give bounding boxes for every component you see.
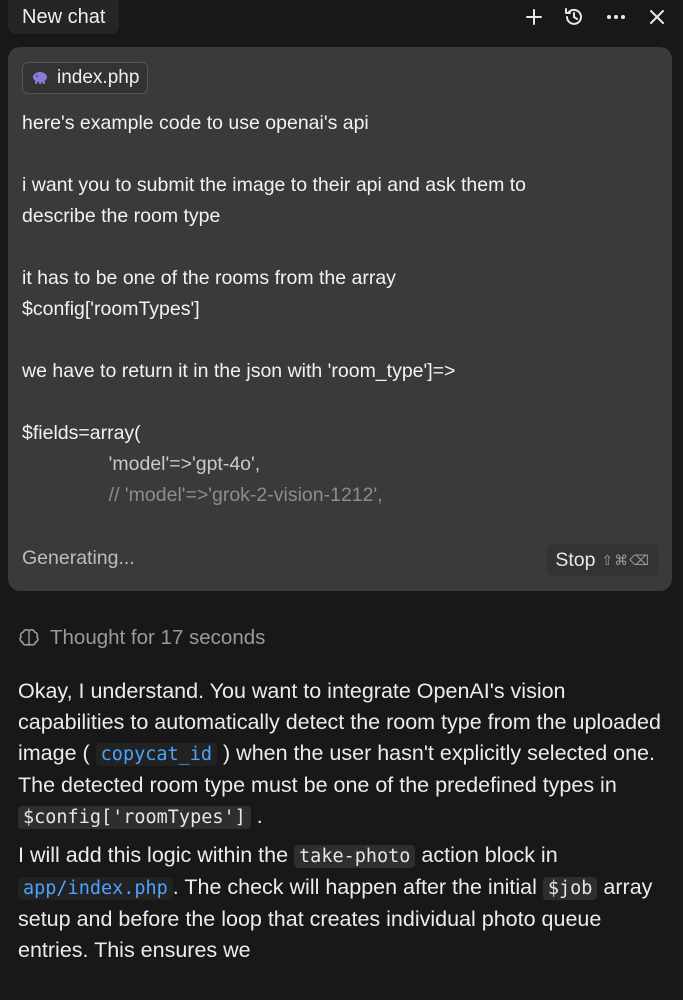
assistant-response: Okay, I understand. You want to integrat… xyxy=(18,676,668,966)
prompt-line: we have to return it in the json with 'r… xyxy=(22,360,456,382)
prompt-line xyxy=(22,387,652,418)
thought-label: Thought for 17 seconds xyxy=(50,626,266,649)
inline-code: $config['roomTypes'] xyxy=(18,806,251,829)
prompt-line: i want you to submit the image to their … xyxy=(22,174,527,196)
prompt-line: it has to be one of the rooms from the a… xyxy=(22,267,396,289)
chat-header: New chat xyxy=(0,0,683,36)
php-elephant-icon xyxy=(31,71,49,85)
prompt-line xyxy=(22,139,652,170)
inline-code: $job xyxy=(542,877,598,900)
plus-icon[interactable] xyxy=(520,4,548,30)
response-paragraph: Okay, I understand. You want to integrat… xyxy=(18,676,668,833)
attachment-pill[interactable]: index.php xyxy=(22,62,149,94)
response-paragraph: I will add this logic within the take-ph… xyxy=(18,840,668,966)
attachment-filename: index.php xyxy=(57,67,140,88)
stop-shortcut: ⇧⌘⌫ xyxy=(601,551,650,568)
more-icon[interactable] xyxy=(602,4,630,30)
inline-code-link[interactable]: app/index.php xyxy=(18,877,173,900)
response-text: I will add this logic within the xyxy=(18,843,295,867)
response-text: . xyxy=(250,804,263,828)
inline-code-link[interactable]: copycat_id xyxy=(95,743,218,766)
inline-code: take-photo xyxy=(294,845,416,868)
prompt-line: here's example code to use openai's api xyxy=(22,112,369,134)
user-prompt-card: index.php here's example code to use ope… xyxy=(8,47,672,591)
response-text: . The check will happen after the initia… xyxy=(172,875,543,899)
response-text: action block in xyxy=(415,843,558,867)
prompt-line: describe the room type xyxy=(22,205,221,227)
prompt-line: // 'model'=>'grok-2-vision-1212', xyxy=(22,484,383,506)
prompt-line: 'model'=>'gpt-4o', xyxy=(22,453,261,475)
prompt-line: $fields=array( xyxy=(22,422,141,444)
prompt-text: here's example code to use openai's api … xyxy=(22,108,652,511)
stop-button[interactable]: Stop ⇧⌘⌫ xyxy=(547,544,658,576)
prompt-line: $config['roomTypes'] xyxy=(22,298,200,320)
history-icon[interactable] xyxy=(560,4,588,30)
thought-toggle[interactable]: Thought for 17 seconds xyxy=(18,626,265,650)
prompt-line xyxy=(22,325,652,356)
chat-tab-title[interactable]: New chat xyxy=(8,0,120,34)
close-icon[interactable] xyxy=(643,4,671,30)
brain-icon xyxy=(18,628,40,648)
stop-button-label: Stop xyxy=(555,548,596,571)
generating-status: Generating... xyxy=(22,547,135,569)
prompt-line xyxy=(22,232,652,263)
